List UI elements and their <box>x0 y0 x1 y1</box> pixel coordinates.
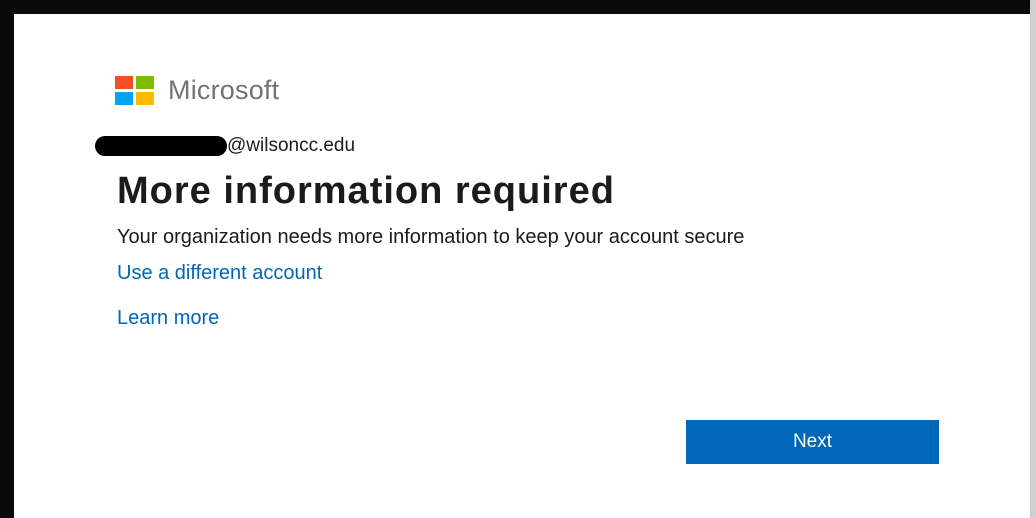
use-different-account-link[interactable]: Use a different account <box>117 262 955 285</box>
page-title: More information required <box>117 170 615 212</box>
logo-square-green <box>136 75 154 89</box>
account-domain: @wilsoncc.edu <box>227 135 356 156</box>
next-button[interactable]: Next <box>686 420 939 464</box>
logo-square-red <box>115 75 133 89</box>
page-description: Your organization needs more information… <box>117 226 745 248</box>
brand-name: Microsoft <box>168 74 280 105</box>
account-identifier: @wilsoncc.edu <box>95 132 955 160</box>
redacted-username <box>95 136 227 156</box>
microsoft-logo-icon <box>115 75 154 105</box>
learn-more-link[interactable]: Learn more <box>117 307 955 330</box>
frame-border-top <box>0 0 1036 14</box>
brand-header: Microsoft <box>115 70 955 110</box>
frame-border-right <box>1030 0 1036 518</box>
signin-card: Microsoft @wilsoncc.edu More information… <box>95 70 955 330</box>
logo-square-yellow <box>136 91 154 105</box>
frame-border-left <box>0 0 14 518</box>
dialog-screenshot: Microsoft @wilsoncc.edu More information… <box>0 0 1036 518</box>
logo-square-blue <box>115 91 133 105</box>
